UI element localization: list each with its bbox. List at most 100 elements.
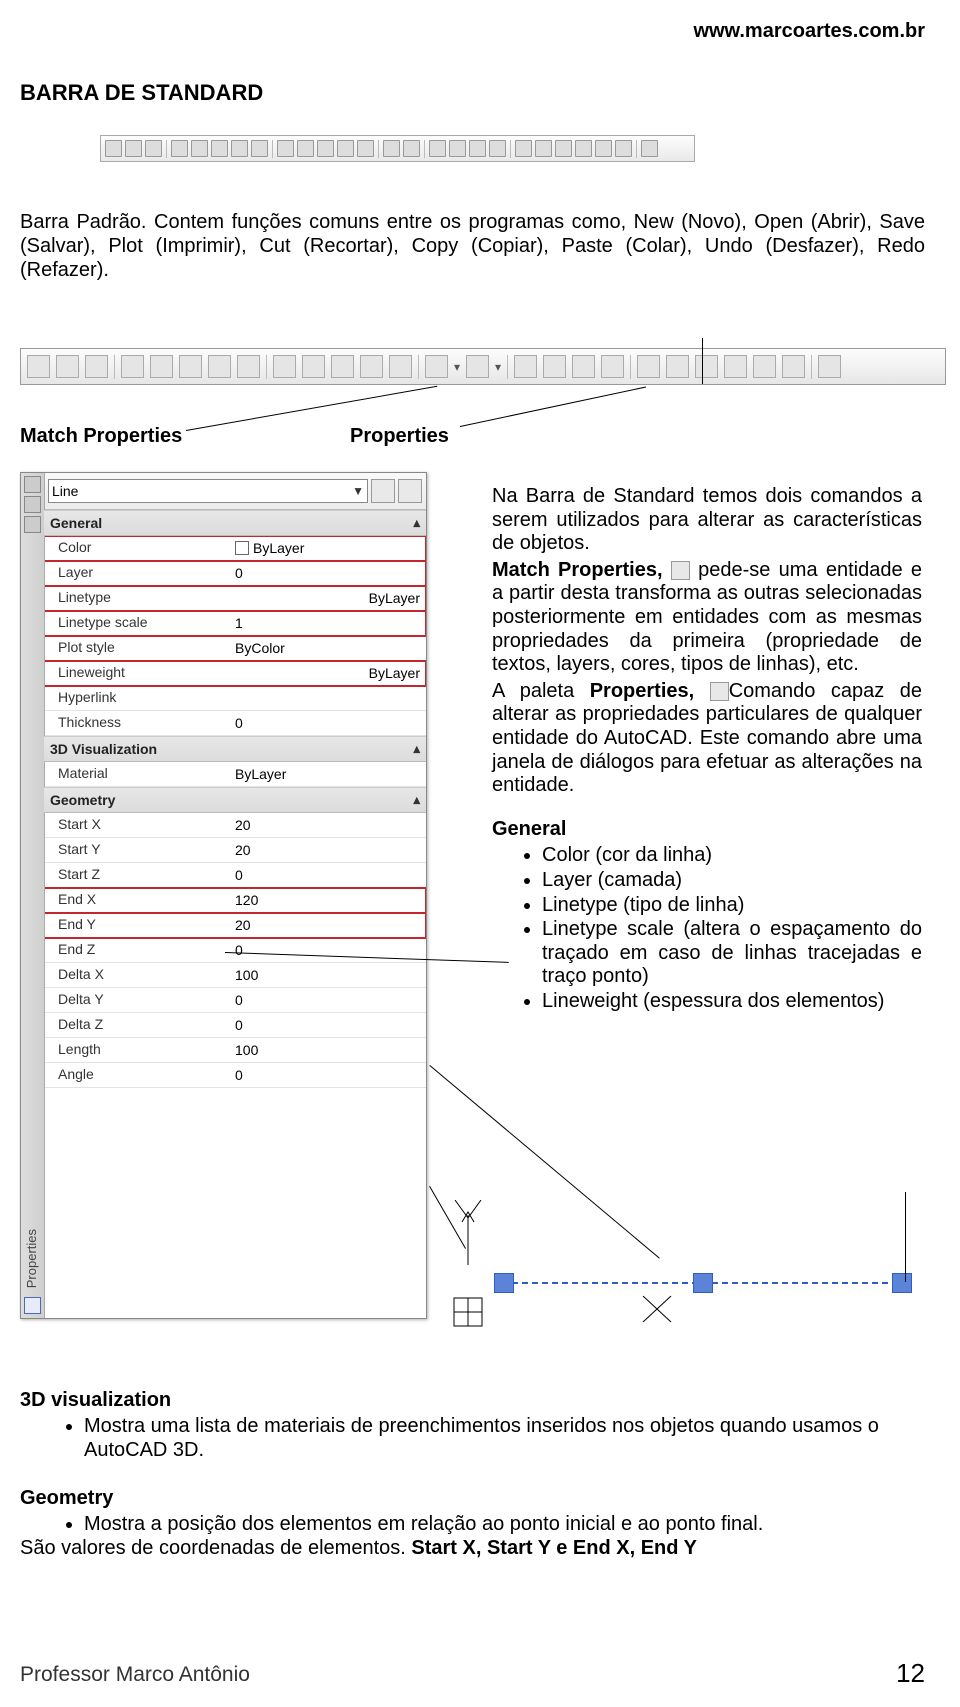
prop-label: Color [44,536,229,560]
help-icon[interactable] [641,140,658,157]
plot-preview-icon[interactable] [150,355,173,378]
web-icon[interactable] [208,355,231,378]
tool-palettes-icon[interactable] [695,355,718,378]
markup-icon[interactable] [237,355,260,378]
zoom-previous-icon[interactable] [601,355,624,378]
prop-label: Delta Z [44,1013,229,1037]
paste-icon[interactable] [331,355,354,378]
row-start-z[interactable]: Start Z 0 [44,863,426,888]
row-delta-y[interactable]: Delta Y 0 [44,988,426,1013]
open-icon[interactable] [125,140,142,157]
group-3d-visualization[interactable]: 3D Visualization ▴ [44,736,426,762]
zoom-window-icon[interactable] [572,355,595,378]
group-general[interactable]: General ▴ [44,510,426,536]
dropdown-arrow-icon[interactable]: ▾ [454,360,460,374]
row-linetype[interactable]: Linetype ByLayer [44,586,426,611]
sheet-set-icon[interactable] [724,355,747,378]
markup-icon[interactable] [251,140,268,157]
zoom-previous-icon[interactable] [489,140,506,157]
quick-select-icon[interactable] [371,479,395,503]
undo-icon[interactable] [383,140,400,157]
web-icon[interactable] [231,140,248,157]
properties-term: Properties, [590,680,694,702]
design-center-icon[interactable] [666,355,689,378]
copy-icon[interactable] [297,140,314,157]
new-icon[interactable] [27,355,50,378]
group-geometry[interactable]: Geometry ▴ [44,787,426,813]
quickcalc-icon[interactable] [615,140,632,157]
save-icon[interactable] [85,355,108,378]
cut-icon[interactable] [277,140,294,157]
design-center-icon[interactable] [535,140,552,157]
block-icon[interactable] [389,355,412,378]
grip-mid-icon[interactable] [693,1273,713,1293]
geometry-line2b: Start X, Start Y e End X, End Y [411,1537,697,1559]
bullet-lineweight: Lineweight (espessura dos elementos) [542,990,922,1014]
properties-icon[interactable] [637,355,660,378]
zoom-window-icon[interactable] [469,140,486,157]
dropdown-arrow-icon[interactable]: ▾ [495,360,501,374]
zoom-realtime-icon[interactable] [543,355,566,378]
tool-palettes-icon[interactable] [555,140,572,157]
group-label: Geometry [50,792,115,808]
row-color[interactable]: Color ByLayer [44,536,426,561]
zoom-realtime-icon[interactable] [449,140,466,157]
match-properties-icon[interactable] [337,140,354,157]
menu-icon[interactable] [24,516,41,533]
cut-icon[interactable] [273,355,296,378]
geometry-line2: São valores de coordenadas de elementos.… [20,1536,922,1560]
markup-set-icon[interactable] [595,140,612,157]
pan-icon[interactable] [429,140,446,157]
collapse-icon: ▴ [413,741,420,757]
panel-title-bar[interactable]: Properties [21,473,45,1318]
prop-value: 0 [229,561,426,585]
row-angle[interactable]: Angle 0 [44,1063,426,1088]
row-delta-z[interactable]: Delta Z 0 [44,1013,426,1038]
row-thickness[interactable]: Thickness 0 [44,711,426,736]
undo-icon[interactable] [425,355,448,378]
markup-set-icon[interactable] [753,355,776,378]
save-icon[interactable] [145,140,162,157]
pick-add-icon[interactable] [398,479,422,503]
properties-icon[interactable] [515,140,532,157]
pan-icon[interactable] [514,355,537,378]
right-p2: Match Properties, pede-se uma entidade e… [492,559,922,677]
block-icon[interactable] [357,140,374,157]
quickcalc-icon[interactable] [782,355,805,378]
help-icon[interactable] [818,355,841,378]
redo-icon[interactable] [466,355,489,378]
object-type-combo[interactable]: Line ▼ [48,479,368,503]
copy-icon[interactable] [302,355,325,378]
row-plot-style[interactable]: Plot style ByColor [44,636,426,661]
plot-icon[interactable] [171,140,188,157]
open-icon[interactable] [56,355,79,378]
close-icon[interactable] [24,476,41,493]
row-end-y[interactable]: End Y 20 [44,913,426,938]
autohide-icon[interactable] [24,496,41,513]
row-hyperlink[interactable]: Hyperlink [44,686,426,711]
new-icon[interactable] [105,140,122,157]
grip-end-icon[interactable] [892,1273,912,1293]
plot-icon[interactable] [121,355,144,378]
row-layer[interactable]: Layer 0 [44,561,426,586]
grip-start-icon[interactable] [494,1273,514,1293]
row-lineweight[interactable]: Lineweight ByLayer [44,661,426,686]
row-end-x[interactable]: End X 120 [44,888,426,913]
paste-icon[interactable] [317,140,334,157]
row-end-z[interactable]: End Z 0 [44,938,426,963]
publish-icon[interactable] [211,140,228,157]
row-material[interactable]: Material ByLayer [44,762,426,787]
plot-preview-icon[interactable] [191,140,208,157]
sheet-set-icon[interactable] [575,140,592,157]
row-start-y[interactable]: Start Y 20 [44,838,426,863]
redo-icon[interactable] [403,140,420,157]
leader-line [460,386,646,426]
row-linetype-scale[interactable]: Linetype scale 1 [44,611,426,636]
row-length[interactable]: Length 100 [44,1038,426,1063]
publish-icon[interactable] [179,355,202,378]
panel-options-icon[interactable] [24,1297,41,1314]
row-delta-x[interactable]: Delta X 100 [44,963,426,988]
bullet-color: Color (cor da linha) [542,844,922,868]
row-start-x[interactable]: Start X 20 [44,813,426,838]
match-properties-icon[interactable] [360,355,383,378]
